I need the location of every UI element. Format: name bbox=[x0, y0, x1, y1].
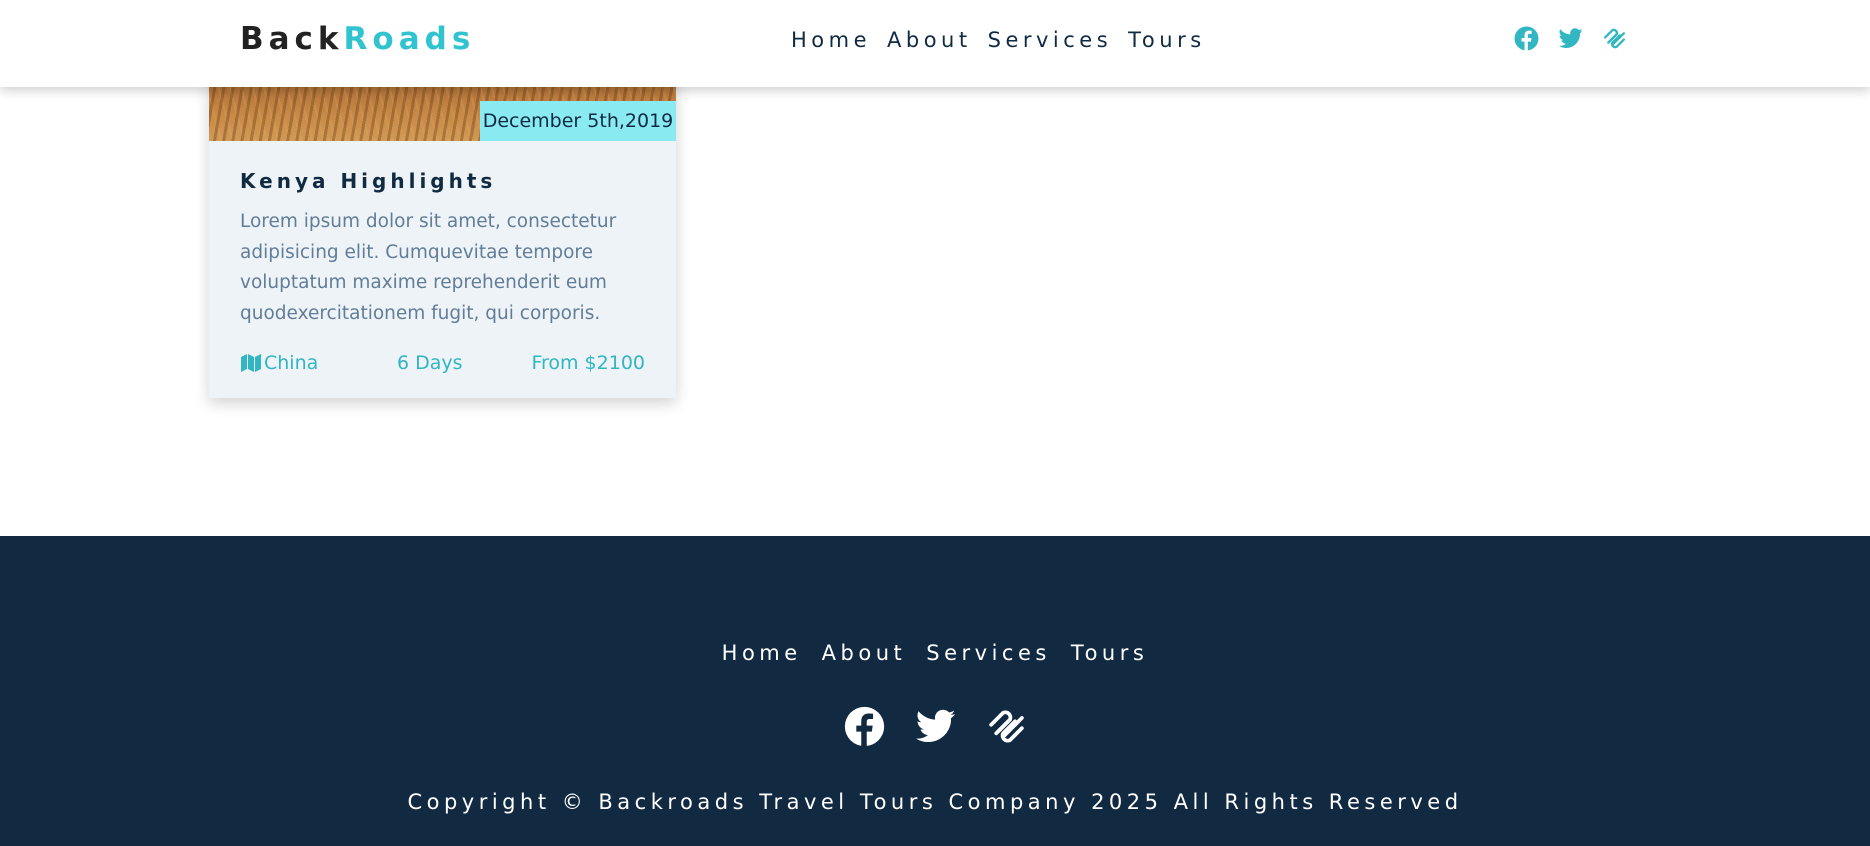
nav-link-about[interactable]: About bbox=[887, 24, 972, 56]
logo-part-back: Back bbox=[240, 21, 344, 57]
tour-info: China 6 Days From $2100 bbox=[240, 348, 645, 378]
facebook-icon[interactable] bbox=[1514, 26, 1539, 51]
nav-link-home[interactable]: Home bbox=[791, 24, 871, 56]
footer: Home About Services Tours Copyright © Ba… bbox=[0, 536, 1870, 846]
nav-link-services[interactable]: Services bbox=[988, 24, 1113, 56]
tour-duration: 6 Days bbox=[397, 352, 463, 374]
nav-links: Home About Services Tours bbox=[791, 24, 1206, 56]
footer-social-icons bbox=[0, 706, 1870, 747]
footer-link-about[interactable]: About bbox=[822, 637, 907, 669]
navbar: BackRoads Home About Services Tours bbox=[0, 0, 1870, 87]
facebook-icon[interactable] bbox=[844, 706, 885, 747]
footer-link-services[interactable]: Services bbox=[926, 637, 1051, 669]
footer-link-tours[interactable]: Tours bbox=[1071, 637, 1149, 669]
tour-description: Lorem ipsum dolor sit amet, consectetur … bbox=[240, 211, 617, 324]
map-icon bbox=[240, 353, 262, 373]
tour-location-label: China bbox=[264, 352, 319, 374]
tour-title: Kenya Highlights bbox=[240, 169, 497, 193]
tour-price: From $2100 bbox=[531, 352, 645, 374]
footer-links: Home About Services Tours bbox=[0, 637, 1870, 669]
footer-link-home[interactable]: Home bbox=[722, 637, 802, 669]
squarespace-icon[interactable] bbox=[986, 706, 1027, 747]
nav-social-icons bbox=[1514, 26, 1627, 51]
twitter-icon[interactable] bbox=[915, 706, 956, 747]
copyright-text: Copyright © Backroads Travel Tours Compa… bbox=[407, 790, 1463, 814]
squarespace-icon[interactable] bbox=[1602, 26, 1627, 51]
nav-link-tours[interactable]: Tours bbox=[1128, 24, 1206, 56]
tour-date-badge: December 5th,2019 bbox=[480, 101, 676, 141]
twitter-icon[interactable] bbox=[1558, 26, 1583, 51]
logo[interactable]: BackRoads bbox=[240, 17, 475, 61]
logo-part-roads: Roads bbox=[343, 21, 476, 57]
tour-location: China bbox=[240, 348, 318, 378]
tour-card: December 5th,2019 Kenya Highlights Lorem… bbox=[209, 60, 676, 398]
